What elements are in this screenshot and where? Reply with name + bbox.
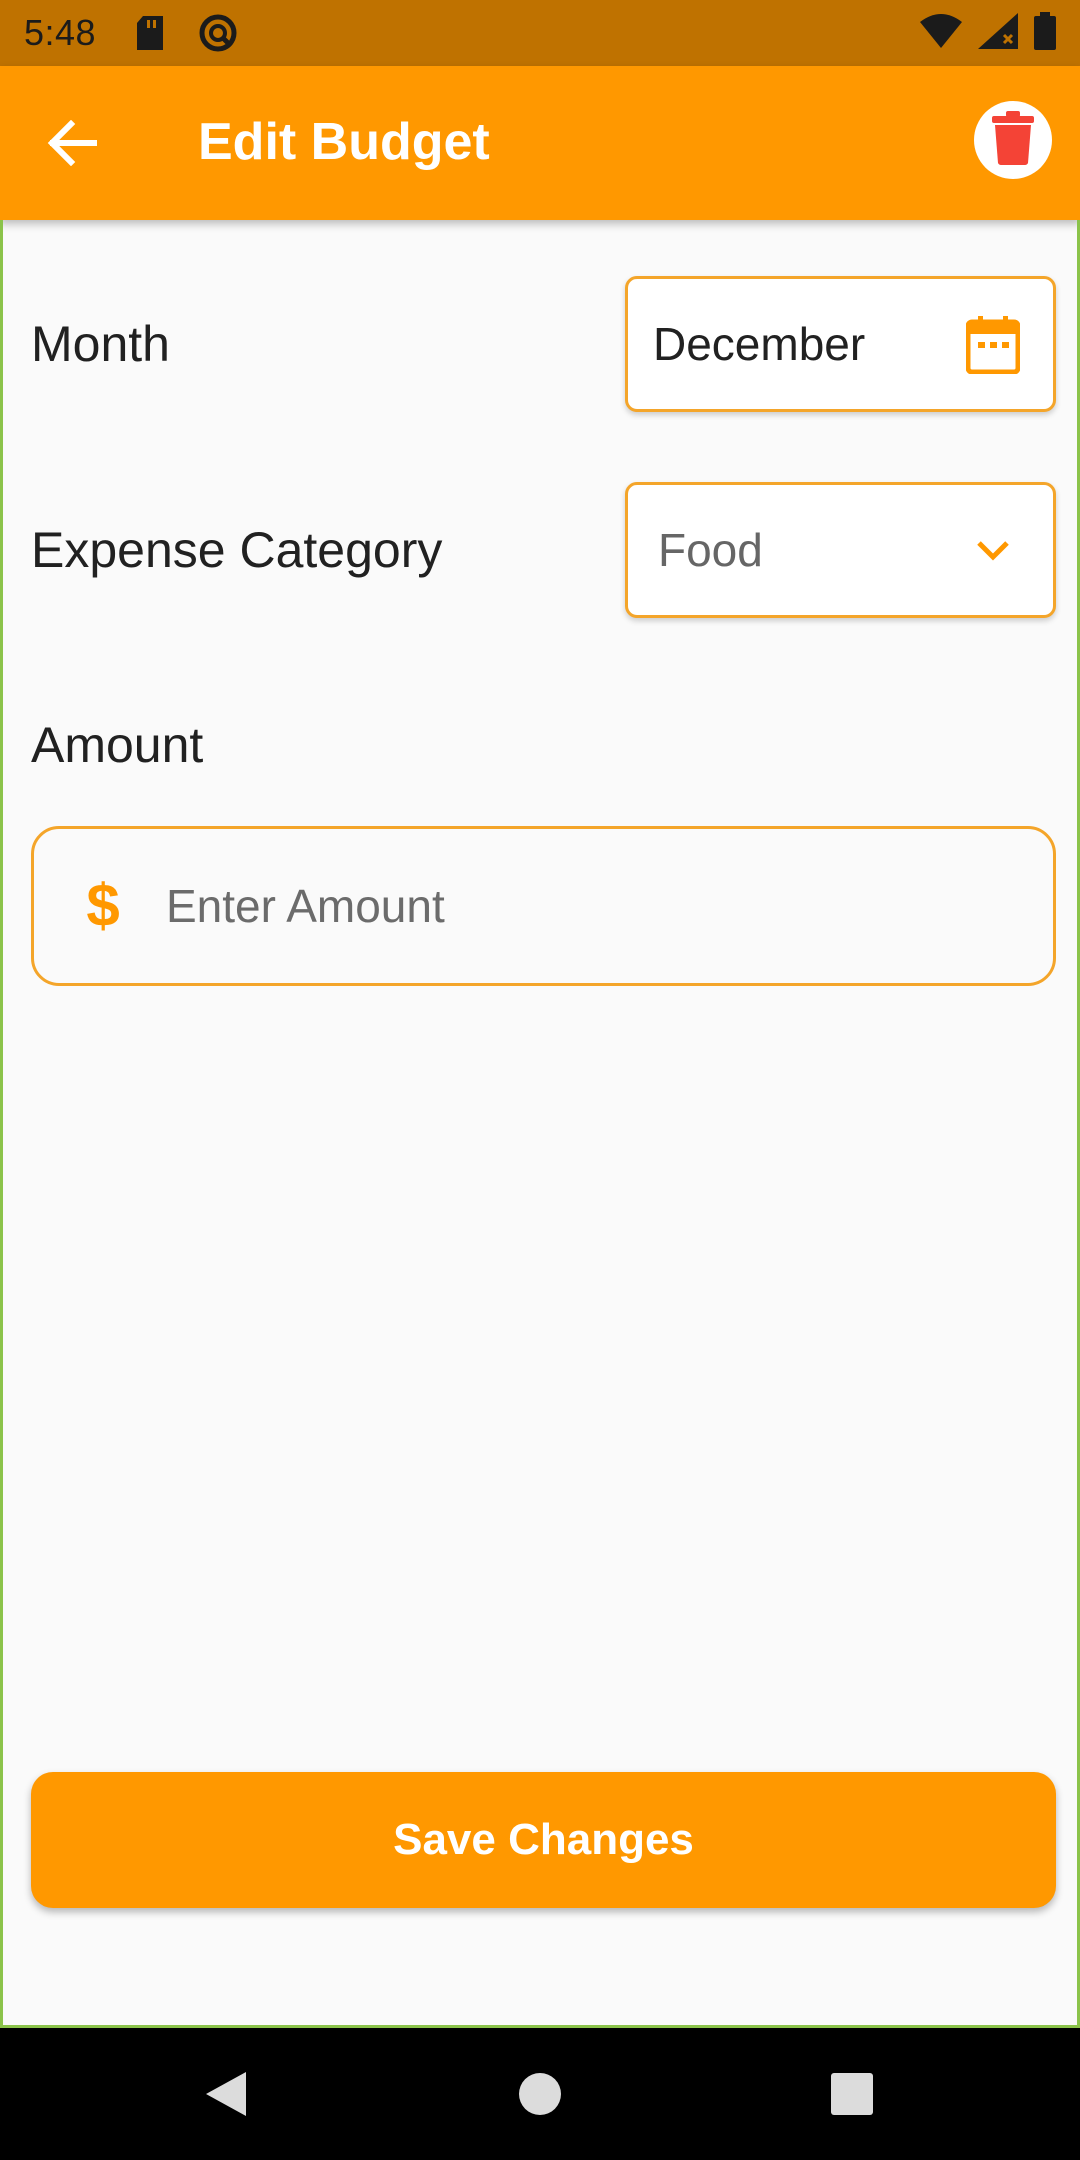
month-picker[interactable]: December (625, 276, 1056, 412)
delete-button[interactable] (974, 101, 1052, 179)
signal-icon (978, 12, 1018, 54)
back-button[interactable] (40, 113, 104, 177)
battery-icon (1034, 11, 1056, 55)
trash-icon (992, 110, 1034, 170)
arrow-left-icon (47, 119, 98, 171)
status-time: 5:48 (24, 12, 97, 53)
notification-icon (198, 13, 238, 53)
sd-card-icon (130, 13, 170, 53)
category-dropdown[interactable]: Food (625, 482, 1056, 618)
nav-recents-button[interactable] (822, 2064, 882, 2124)
app-bar: Edit Budget (0, 66, 1080, 220)
amount-placeholder[interactable]: Enter Amount (166, 879, 445, 933)
nav-back-button[interactable] (196, 2064, 256, 2124)
content-area: Month December Expense Category Food Amo… (0, 220, 1080, 2028)
dollar-icon: $ (86, 871, 120, 939)
month-value: December (653, 318, 866, 370)
calendar-icon[interactable] (963, 315, 1023, 375)
system-nav-bar (0, 2028, 1080, 2160)
page-title: Edit Budget (198, 113, 490, 171)
amount-field[interactable]: $ Enter Amount (31, 826, 1056, 986)
category-selected: Food (658, 524, 763, 576)
chevron-down-icon (963, 521, 1023, 581)
save-changes-button[interactable]: Save Changes (31, 1772, 1056, 1908)
wifi-icon (920, 13, 962, 53)
amount-label: Amount (31, 717, 204, 773)
status-bar: 5:48 (0, 0, 1080, 66)
month-label: Month (31, 316, 170, 372)
nav-home-button[interactable] (510, 2064, 570, 2124)
category-label: Expense Category (31, 522, 443, 578)
